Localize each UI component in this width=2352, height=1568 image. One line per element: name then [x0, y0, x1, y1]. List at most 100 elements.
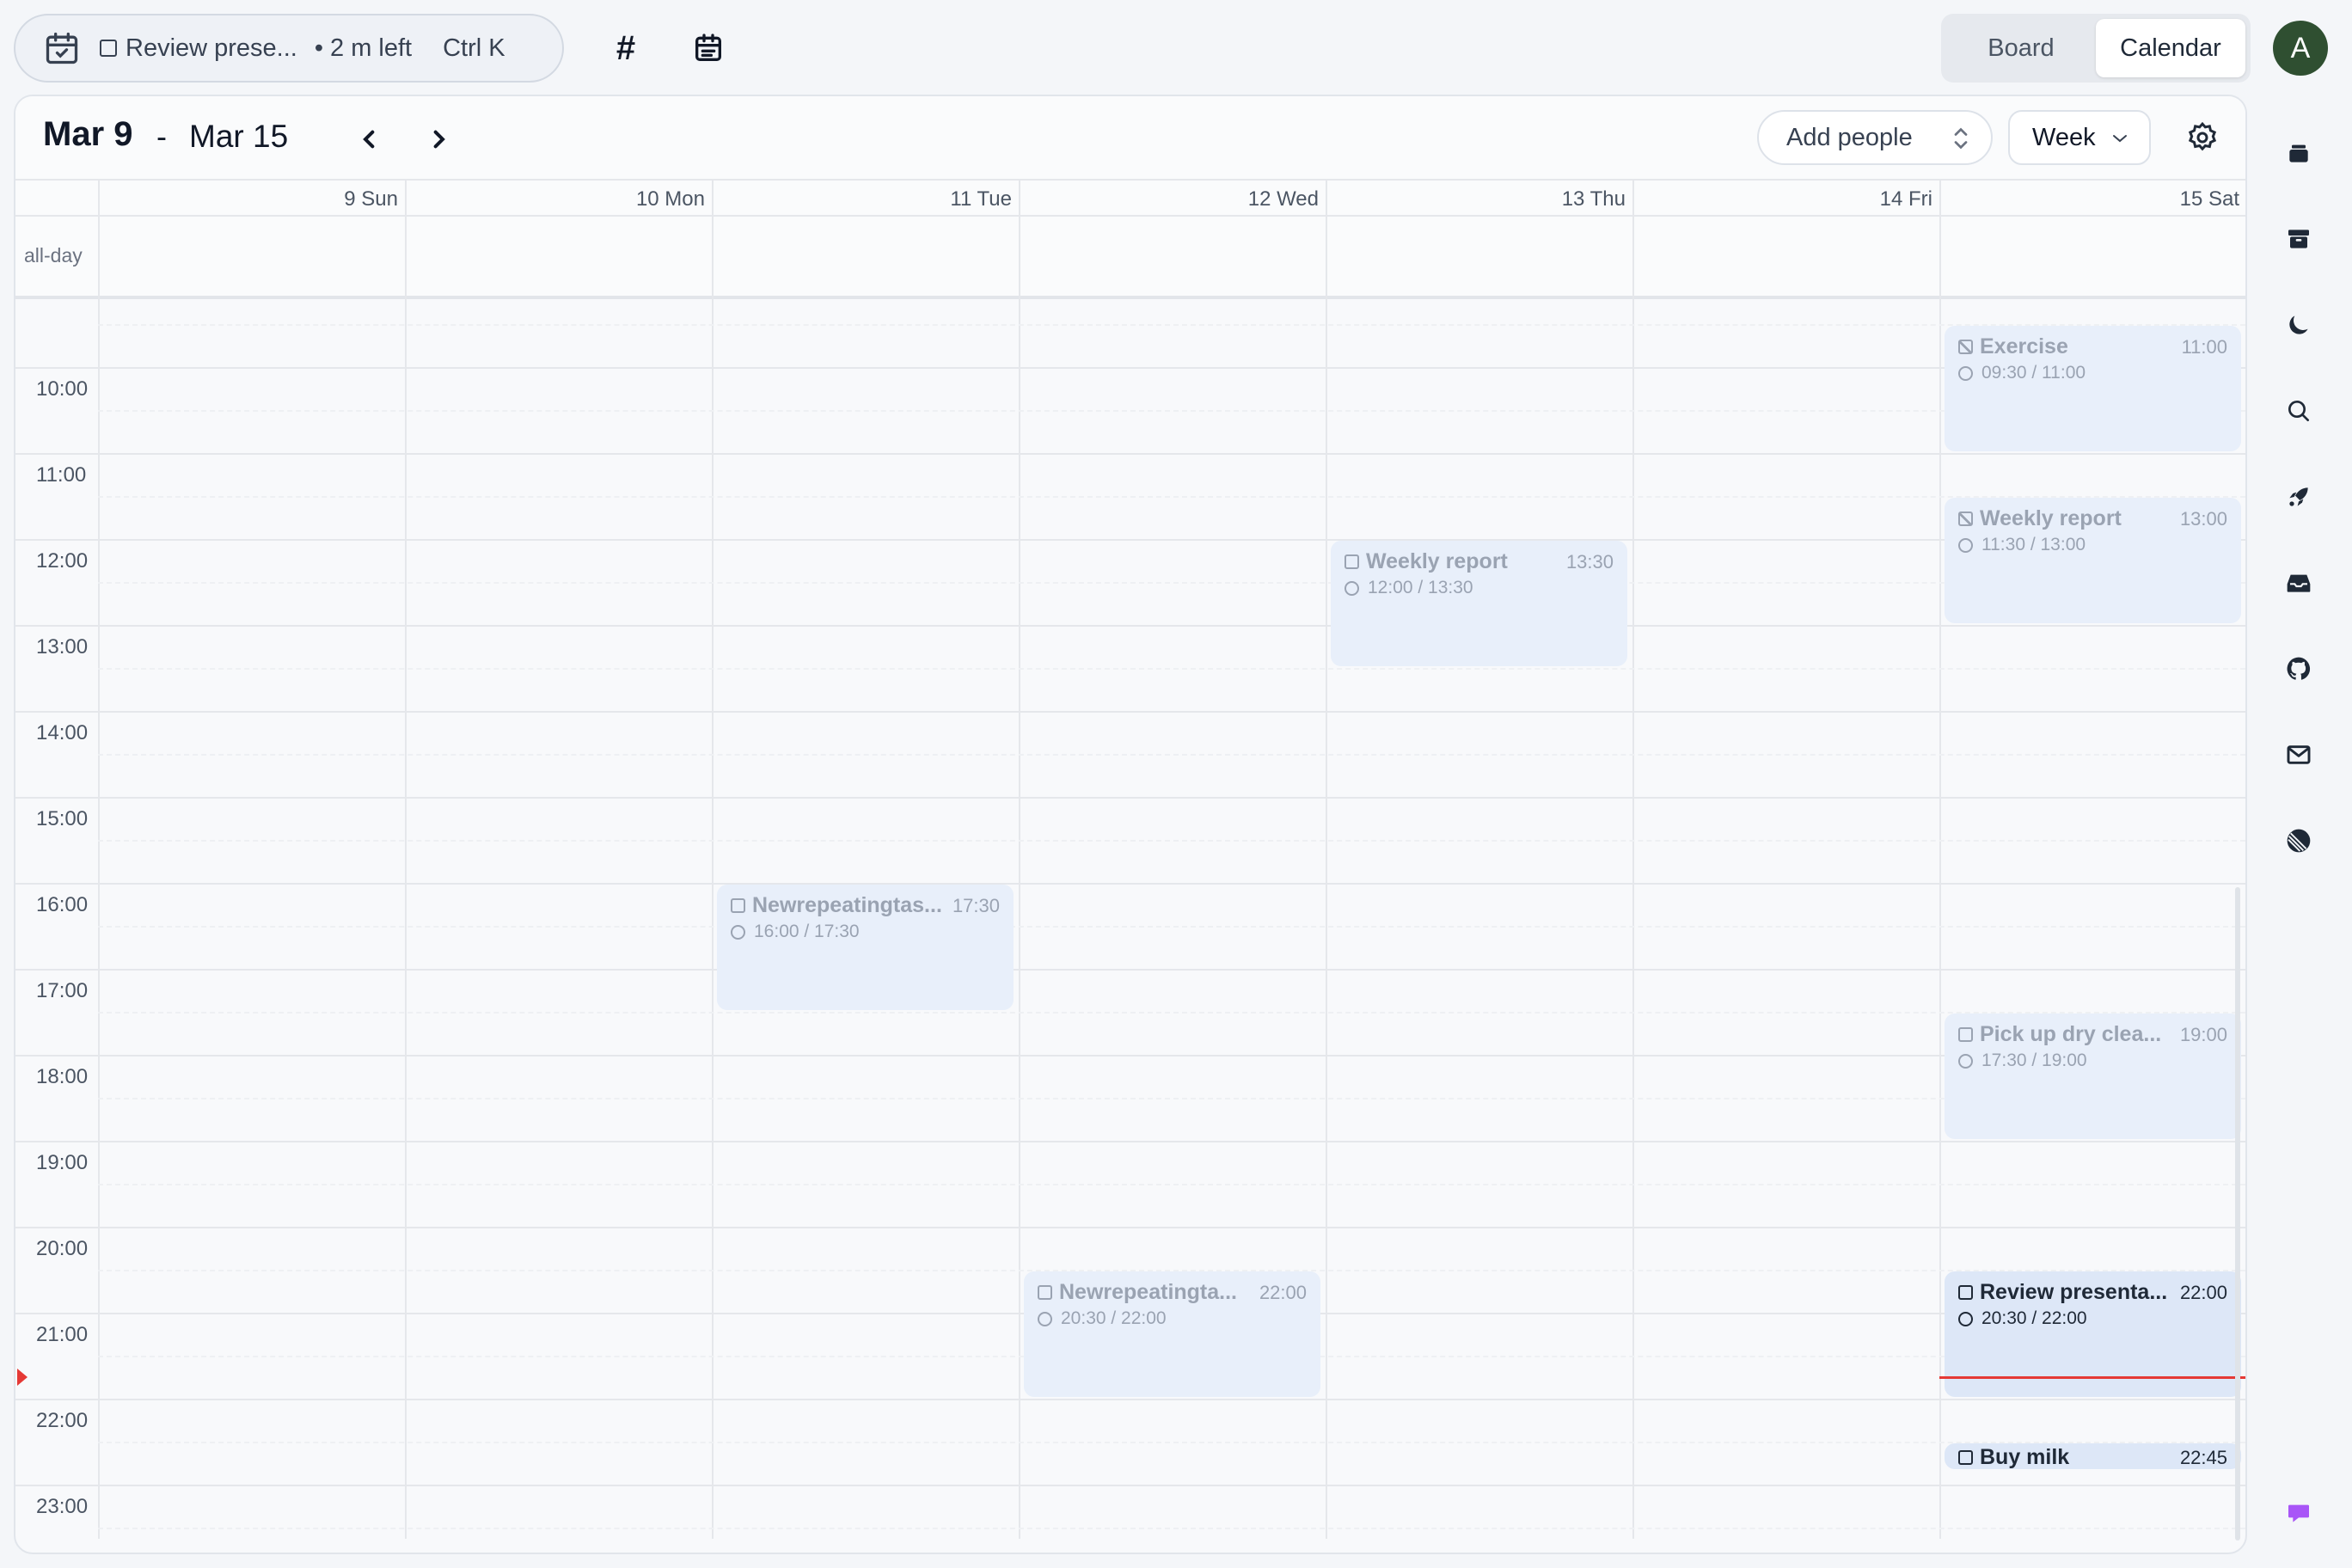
calendar-panel: Mar 9 - Mar 15 Add people Week 9 Sun 10 M…	[14, 95, 2247, 1554]
scrollbar[interactable]	[2235, 887, 2240, 1540]
calendar-icon[interactable]	[691, 31, 726, 65]
hour-label: 16:00	[36, 893, 89, 916]
hour-line	[15, 797, 2245, 799]
stack-icon[interactable]	[2273, 136, 2324, 170]
prev-week-button[interactable]	[352, 122, 387, 156]
rocket-icon[interactable]	[2273, 480, 2324, 514]
event-time-range: 17:30 / 19:00	[1981, 1050, 2087, 1070]
github-icon[interactable]	[2273, 652, 2324, 686]
event-time-row: 17:30 / 19:00	[1958, 1050, 2227, 1071]
hour-label: 13:00	[36, 635, 89, 658]
hour-line	[15, 1141, 2245, 1142]
current-task-title: Review prese...	[126, 34, 297, 62]
half-hour-line	[98, 1184, 2245, 1185]
linear-icon[interactable]	[2273, 824, 2324, 858]
event-time-row: 09:30 / 11:00	[1958, 363, 2227, 383]
day-divider	[1019, 179, 1020, 303]
mail-icon[interactable]	[2273, 738, 2324, 772]
calendar-event[interactable]: Pick up dry clea... 19:00 17:30 / 19:00	[1945, 1014, 2241, 1139]
event-title: Newrepeatingtas...	[752, 893, 942, 917]
hash-icon[interactable]: #	[607, 29, 645, 67]
calendar-event[interactable]: Buy milk 22:45	[1945, 1443, 2241, 1469]
checkbox-icon[interactable]	[1038, 1285, 1052, 1300]
event-time-range: 11:30 / 13:00	[1981, 535, 2086, 554]
grid-column-divider	[1939, 303, 1941, 1539]
separator-dot: •	[314, 34, 324, 62]
avatar[interactable]: A	[2273, 21, 2328, 76]
calendar-event[interactable]: Newrepeatingtas... 17:30 16:00 / 17:30	[717, 885, 1014, 1010]
clock-icon	[1344, 580, 1359, 596]
clock-icon	[1958, 1311, 1973, 1326]
event-time-row: 20:30 / 22:00	[1958, 1308, 2227, 1329]
event-title-row: Newrepeatingta... 22:00	[1038, 1280, 1307, 1305]
moon-icon[interactable]	[2273, 308, 2324, 342]
hour-line	[15, 711, 2245, 713]
event-time-range: 20:30 / 22:00	[1981, 1308, 2087, 1328]
next-week-button[interactable]	[421, 122, 456, 156]
grid-column-divider	[1019, 303, 1020, 1539]
calendar-tab[interactable]: Calendar	[2096, 19, 2245, 77]
chat-icon[interactable]	[2273, 1496, 2324, 1530]
hour-line	[15, 625, 2245, 627]
search-icon[interactable]	[2273, 394, 2324, 428]
day-label: 10 Mon	[635, 187, 705, 211]
calendar-event[interactable]: Weekly report 13:00 11:30 / 13:00	[1945, 498, 2241, 623]
hour-line	[15, 1399, 2245, 1400]
range-start: Mar 9	[43, 115, 133, 153]
hour-label: 14:00	[36, 721, 89, 744]
inbox-icon[interactable]	[2273, 566, 2324, 600]
event-title: Weekly report	[1366, 549, 1508, 573]
checkbox-icon[interactable]	[1958, 1027, 1973, 1042]
view-toggle: Board Calendar	[1941, 14, 2251, 83]
hour-label: 15:00	[36, 807, 89, 830]
clock-icon	[1958, 537, 1973, 553]
event-title-row: Weekly report 13:00	[1958, 506, 2227, 531]
event-time-range: 16:00 / 17:30	[754, 922, 860, 941]
hour-line	[15, 1055, 2245, 1057]
day-divider	[98, 179, 100, 303]
allday-row: all-day	[15, 217, 2245, 299]
gear-icon[interactable]	[2185, 120, 2220, 155]
day-label: 12 Wed	[1247, 187, 1319, 211]
hour-label: 10:00	[36, 377, 89, 401]
calendar-event[interactable]: Exercise 11:00 09:30 / 11:00	[1945, 326, 2241, 451]
event-title-row: Exercise 11:00	[1958, 334, 2227, 359]
half-hour-line	[98, 1098, 2245, 1099]
chevron-down-icon	[2113, 135, 2127, 143]
calendar-event[interactable]: Newrepeatingta... 22:00 20:30 / 22:00	[1024, 1271, 1320, 1397]
checkbox-icon[interactable]	[1958, 1285, 1973, 1300]
view-select[interactable]: Week	[2008, 110, 2151, 165]
calendar-check-icon	[46, 32, 78, 64]
event-time-row: 11:30 / 13:00	[1958, 535, 2227, 555]
now-line	[1939, 1376, 2245, 1379]
hour-line	[15, 539, 2245, 541]
hour-line	[15, 883, 2245, 885]
hour-label: 12:00	[36, 549, 89, 573]
checkbox-icon[interactable]	[1344, 554, 1359, 569]
add-people-button[interactable]: Add people	[1757, 110, 1993, 165]
event-end-time: 22:45	[2179, 1446, 2227, 1468]
half-hour-line	[98, 1442, 2245, 1443]
hour-label: 23:00	[36, 1495, 89, 1518]
hour-label: 17:00	[36, 979, 89, 1002]
half-hour-line	[98, 840, 2245, 842]
time-grid[interactable]: 10:00 11:00 12:00 13:00 14:00 15:00 16:00 17:00…	[15, 303, 2245, 1539]
grid-column-divider	[1632, 303, 1634, 1539]
event-title-row: Buy milk 22:45	[1958, 1445, 2227, 1469]
half-hour-line	[98, 324, 2245, 326]
board-tab[interactable]: Board	[1946, 19, 2096, 77]
archive-icon[interactable]	[2273, 222, 2324, 256]
checked-box-icon[interactable]	[1958, 511, 1973, 526]
day-label: 13 Thu	[1561, 187, 1626, 211]
event-end-time: 11:00	[2181, 335, 2227, 358]
command-bar[interactable]: Review prese... • 2 m left Ctrl K	[14, 14, 564, 83]
checked-box-icon[interactable]	[1958, 340, 1973, 354]
grid-column-divider	[712, 303, 714, 1539]
calendar-event[interactable]: Weekly report 13:30 12:00 / 13:30	[1331, 541, 1627, 666]
event-title-row: Review presenta... 22:00	[1958, 1280, 2227, 1305]
half-hour-line	[98, 668, 2245, 670]
event-title-row: Pick up dry clea... 19:00	[1958, 1022, 2227, 1047]
checkbox-icon[interactable]	[1958, 1450, 1973, 1465]
checkbox-icon[interactable]	[731, 898, 745, 913]
grid-column-divider	[405, 303, 407, 1539]
